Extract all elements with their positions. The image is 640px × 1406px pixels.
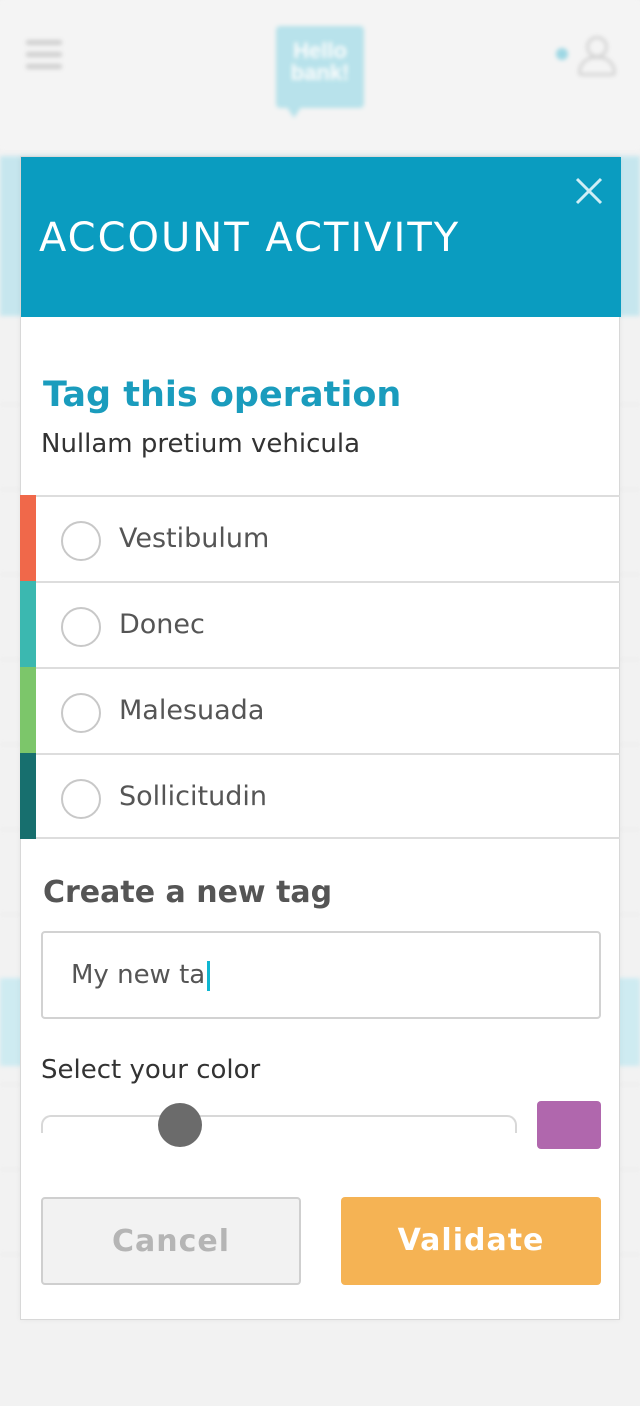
tag-list: Vestibulum Donec Malesuada Sollicitudin: [20, 495, 620, 839]
tag-label: Vestibulum: [119, 523, 270, 554]
tag-label: Sollicitudin: [119, 781, 267, 812]
notification-dot-icon: [556, 48, 568, 60]
tag-option-sollicitudin[interactable]: Sollicitudin: [20, 753, 620, 839]
close-icon: [575, 177, 603, 205]
tag-option-donec[interactable]: Donec: [20, 581, 620, 667]
tag-color-bar: [20, 495, 36, 581]
tag-operation-modal: ACCOUNT ACTIVITY Tag this operation Null…: [20, 156, 621, 1320]
create-tag-title: Create a new tag: [43, 875, 333, 910]
cancel-button[interactable]: Cancel: [41, 1197, 301, 1285]
tag-option-malesuada[interactable]: Malesuada: [20, 667, 620, 753]
radio-button[interactable]: [61, 693, 101, 733]
validate-button[interactable]: Validate: [341, 1197, 601, 1285]
user-profile-icon: [556, 34, 616, 78]
new-tag-input[interactable]: My new ta: [41, 931, 601, 1019]
radio-button[interactable]: [61, 521, 101, 561]
tag-color-bar: [20, 667, 36, 753]
color-label: Select your color: [41, 1055, 261, 1085]
section-title: Tag this operation: [43, 375, 402, 415]
tag-label: Malesuada: [119, 695, 265, 726]
menu-icon: [26, 40, 62, 70]
hello-bank-logo: Hello bank!: [276, 26, 364, 108]
tag-color-bar: [20, 753, 36, 839]
text-caret: [207, 960, 211, 991]
selected-color-swatch: [537, 1101, 601, 1149]
close-button[interactable]: [571, 173, 607, 209]
modal-title: ACCOUNT ACTIVITY: [39, 215, 461, 261]
tag-color-bar: [20, 581, 36, 667]
tag-option-vestibulum[interactable]: Vestibulum: [20, 495, 620, 581]
color-slider-track[interactable]: [41, 1115, 517, 1133]
color-slider-thumb[interactable]: [158, 1103, 202, 1147]
radio-button[interactable]: [61, 779, 101, 819]
operation-name: Nullam pretium vehicula: [41, 429, 361, 459]
radio-button[interactable]: [61, 607, 101, 647]
new-tag-input-value: My new ta: [71, 960, 206, 990]
modal-header: ACCOUNT ACTIVITY: [21, 157, 621, 317]
tag-label: Donec: [119, 609, 205, 640]
logo-tail: [286, 106, 302, 118]
